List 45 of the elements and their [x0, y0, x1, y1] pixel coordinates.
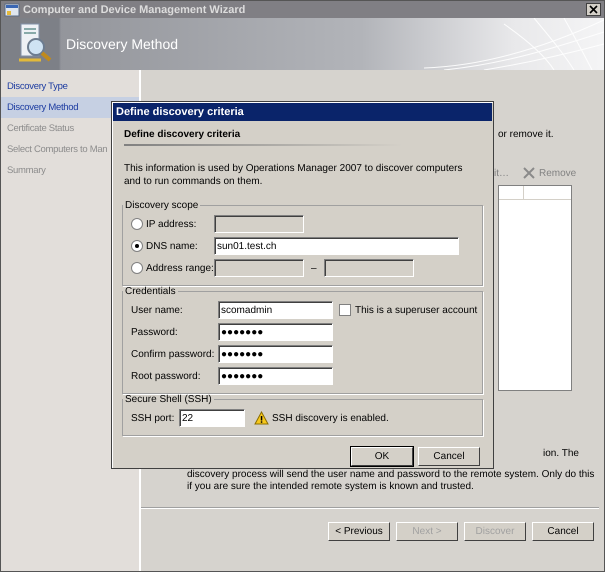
- option-label: DNS name:: [146, 240, 199, 252]
- note-text: ion. The: [543, 448, 580, 460]
- field-label: User name:: [131, 304, 184, 316]
- warning-icon: [254, 411, 269, 425]
- description-text: This information is used by Operations Manager 2007 to discover computers and to run commands on them.: [124, 162, 464, 188]
- group-label: Secure Shell (SSH): [124, 394, 213, 405]
- window-title: Computer and Device Management Wizard: [23, 4, 246, 16]
- superuser-checkbox[interactable]: [339, 304, 351, 316]
- cancel-button[interactable]: Cancel: [532, 522, 594, 541]
- option-label: Address range:: [146, 262, 214, 274]
- ssh-port-field[interactable]: 22: [179, 409, 245, 427]
- password-field[interactable]: ●●●●●●●: [218, 323, 333, 341]
- ok-button[interactable]: OK: [351, 447, 413, 466]
- nav-item[interactable]: Discovery Type: [1, 76, 139, 97]
- password-field[interactable]: ●●●●●●●: [218, 367, 333, 385]
- note-text: if you are sure the intended remote system is known and trusted.: [187, 481, 475, 493]
- status-text: SSH discovery is enabled.: [272, 412, 389, 424]
- field-label: Confirm password:: [131, 348, 216, 360]
- cancel-button[interactable]: Cancel: [418, 447, 480, 466]
- dialog-heading: Define discovery criteria: [124, 129, 242, 142]
- field-label: SSH port:: [131, 412, 176, 424]
- field-label: Password:: [131, 326, 179, 338]
- range-end-field[interactable]: [324, 259, 414, 277]
- dns-name-field[interactable]: sun01.test.ch: [214, 237, 459, 255]
- page-title: Discovery Method: [66, 36, 178, 52]
- range-separator: –: [311, 262, 317, 274]
- group-label: Discovery scope: [124, 200, 200, 211]
- radio-button[interactable]: [131, 218, 143, 230]
- app-icon: [4, 2, 20, 16]
- close-icon: [523, 167, 535, 179]
- checkbox-label: This is a superuser account: [355, 304, 478, 316]
- radio-button[interactable]: [131, 262, 143, 274]
- field-label: Root password:: [131, 370, 202, 382]
- user-name-field[interactable]: scomadmin: [218, 301, 333, 319]
- instruction-text: or remove it.: [498, 129, 555, 142]
- dialog-title-bar: Define discovery criteria: [113, 103, 492, 121]
- close-icon[interactable]: [586, 3, 601, 16]
- option-label: IP address:: [146, 218, 198, 230]
- previous-button[interactable]: < Previous: [328, 522, 390, 541]
- note-text: discovery process will send the user name and password to the remote system. Only do this: [187, 469, 596, 481]
- password-field[interactable]: ●●●●●●●: [218, 345, 333, 363]
- ip-address-field[interactable]: [214, 215, 304, 233]
- radio-button[interactable]: [131, 240, 143, 252]
- range-start-field[interactable]: [214, 259, 304, 277]
- group-label: Credentials: [124, 286, 177, 297]
